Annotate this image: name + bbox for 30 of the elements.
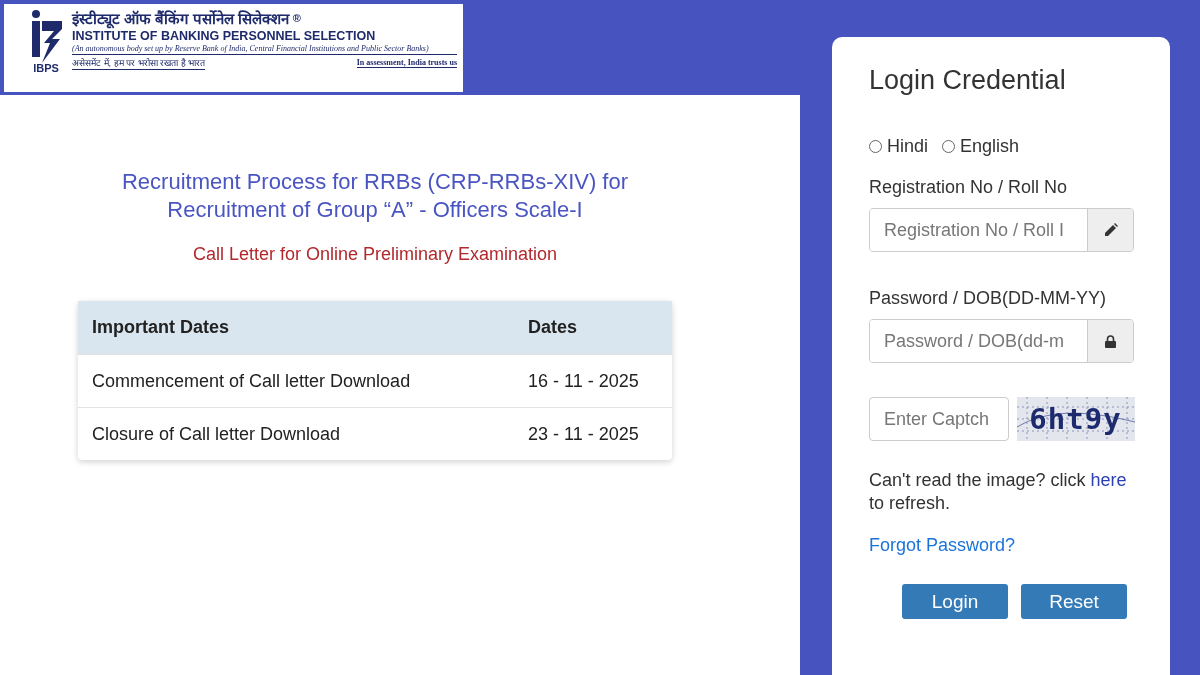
pencil-icon: [1103, 223, 1118, 237]
refresh-help-text: Can't read the image? click here to refresh.: [869, 469, 1128, 515]
logo-subtitle: (An autonomous body set up by Reserve Bank of India, Central Financial Institutions and Public Sector Banks): [72, 44, 457, 55]
recruitment-title: Recruitment Process for RRBs (CRP-RRBs-XIV) for Recruitment of Group “A” - Officers Scale-I: [120, 168, 630, 224]
password-field[interactable]: Password / DOB(dd-m: [869, 319, 1134, 363]
form-button[interactable]: Login: [902, 584, 1008, 619]
hindi-name: इंस्टीट्यूट ऑफ बैंकिंग पर्सोनेल सिलेक्शन ®: [72, 9, 302, 28]
call-letter-subtitle: Call Letter for Online Preliminary Examination: [191, 244, 559, 265]
column-header: Important Dates: [78, 301, 514, 355]
hindi-motto: असेसमेंट में, हम पर भरोसा रखता है भारत: [72, 56, 205, 70]
login-title: Login Credential: [869, 65, 1067, 96]
lock-icon: [1105, 334, 1116, 348]
language-radio[interactable]: English: [942, 136, 1020, 157]
forgot-password-link[interactable]: Forgot Password?: [869, 535, 1016, 556]
form-button[interactable]: Reset: [1021, 584, 1127, 619]
table-cell: Commencement of Call letter Download: [78, 354, 514, 408]
table-cell: 16 - 11 - 2025: [514, 354, 672, 408]
password-label: Password / DOB(DD-MM-YY): [869, 288, 1107, 309]
registration-field[interactable]: Registration No / Roll I: [869, 208, 1134, 252]
column-header: Dates: [514, 301, 672, 355]
table-cell: Closure of Call letter Download: [78, 407, 514, 460]
english-name: INSTITUTE OF BANKING PERSONNEL SELECTION: [72, 29, 377, 43]
language-radio[interactable]: Hindi: [869, 136, 929, 157]
captcha-field[interactable]: Enter Captch: [869, 397, 1009, 441]
registration-label: Registration No / Roll No: [869, 177, 1069, 198]
table-cell: 23 - 11 - 2025: [514, 407, 672, 460]
english-motto: In assessment, India trusts us: [356, 58, 457, 68]
logo-abbreviation: IBPS: [33, 63, 59, 74]
captcha-image: 6ht9y: [1017, 397, 1134, 441]
refresh-link[interactable]: here: [1090, 470, 1127, 490]
